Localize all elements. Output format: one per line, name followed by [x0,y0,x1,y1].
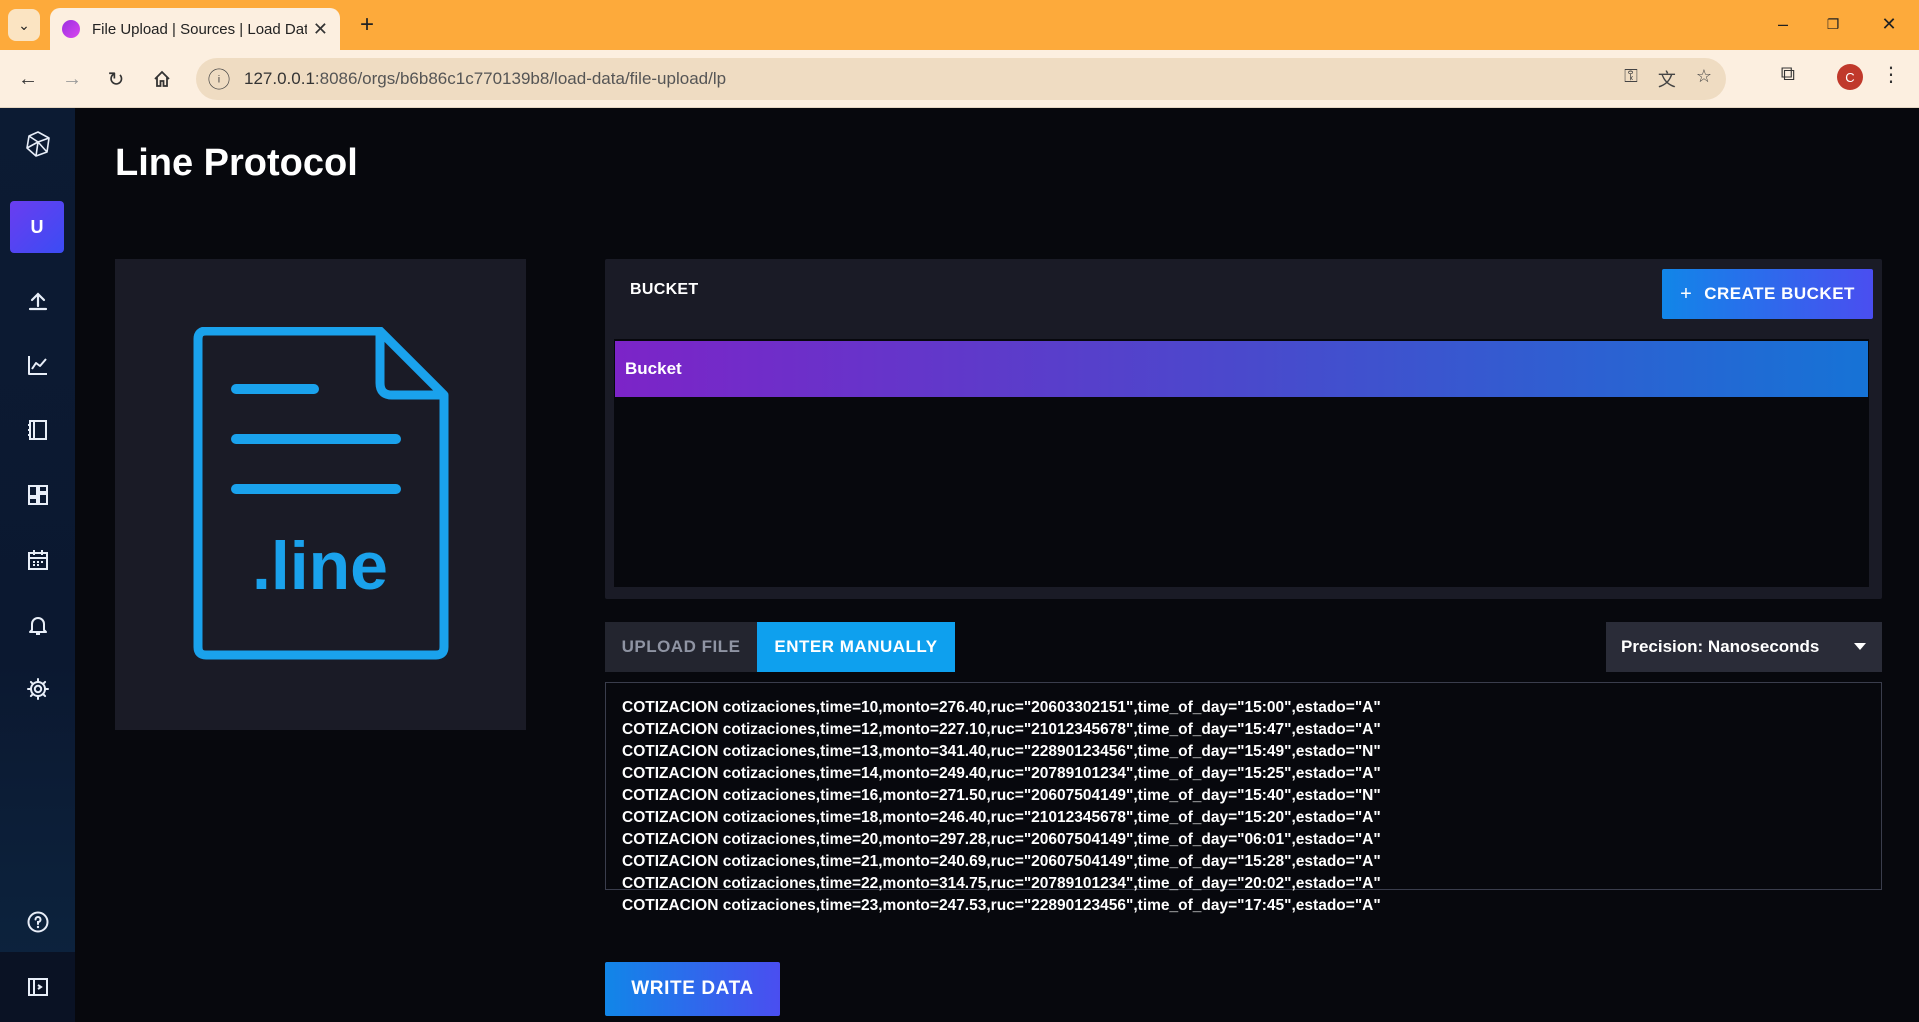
browser-tab[interactable]: File Upload | Sources | Load Dat ✕ [50,8,340,50]
sidebar-item-data-explorer[interactable] [0,341,75,389]
window-close-button[interactable]: ✕ [1866,8,1912,40]
address-bar-actions: ⚿ 文 ☆ [1624,66,1712,92]
minimize-icon: – [1777,13,1788,34]
line-protocol-line: COTIZACION cotizaciones,time=23,monto=24… [622,897,1381,914]
create-bucket-label: CREATE BUCKET [1704,284,1855,303]
write-data-button[interactable]: WRITE DATA [605,962,780,1016]
tab-upload-file[interactable]: UPLOAD FILE [605,622,757,672]
back-button[interactable]: ← [12,63,44,95]
line-protocol-textarea[interactable]: COTIZACION cotizaciones,time=10,monto=27… [605,682,1882,914]
browser-tab-strip: ⌄ File Upload | Sources | Load Dat ✕ + –… [0,0,1919,50]
notebook-icon [27,420,47,440]
app-sidebar: U [0,108,75,1022]
tab-title: File Upload | Sources | Load Dat [92,20,307,38]
url-text: 127.0.0.1:8086/orgs/b6b86c1c770139b8/loa… [244,69,726,89]
sidebar-item-alerts[interactable] [0,601,75,649]
new-tab-button[interactable]: + [352,10,382,40]
help-icon [27,911,48,933]
line-protocol-line: COTIZACION cotizaciones,time=14,monto=24… [622,765,1381,782]
translate-icon[interactable]: 文 [1658,66,1676,92]
star-icon[interactable]: ☆ [1696,66,1712,92]
collapse-icon [27,978,48,996]
caret-down-icon [1854,643,1866,650]
line-protocol-line: COTIZACION cotizaciones,time=16,monto=27… [622,787,1381,804]
bucket-selector: BUCKET + CREATE BUCKET Bucket [605,259,1882,599]
bucket-list-item[interactable]: Bucket [615,341,1868,397]
calendar-icon [27,550,48,570]
file-type-preview: .line [115,259,526,730]
line-protocol-line: COTIZACION cotizaciones,time=18,monto=24… [622,809,1381,826]
sidebar-item-notebooks[interactable] [0,406,75,454]
user-avatar[interactable]: U [10,201,64,253]
upload-icon [28,292,47,311]
input-mode-tabs: UPLOAD FILE ENTER MANUALLY [605,622,955,672]
precision-label: Precision: Nanoseconds [1621,637,1820,656]
bucket-header: BUCKET [630,281,699,298]
browser-toolbar: ← → ↻ i 127.0.0.1:8086/orgs/b6b86c1c7701… [0,50,1919,108]
line-file-icon: .line [193,327,449,660]
arrow-right-icon: → [62,67,82,90]
plus-icon: + [1680,282,1693,305]
sidebar-footer [0,952,75,1022]
line-protocol-line: COTIZACION cotizaciones,time=12,monto=22… [622,721,1381,738]
restore-icon: ❐ [1826,15,1840,32]
logo-icon [25,131,50,157]
line-protocol-line: COTIZACION cotizaciones,time=13,monto=34… [622,743,1381,760]
precision-dropdown[interactable]: Precision: Nanoseconds [1606,622,1882,672]
line-protocol-line: COTIZACION cotizaciones,time=20,monto=29… [622,831,1381,848]
tab-search-button[interactable]: ⌄ [8,9,40,41]
forward-button[interactable]: → [56,63,88,95]
page-title: Line Protocol [115,142,358,184]
line-protocol-line: COTIZACION cotizaciones,time=10,monto=27… [622,699,1381,716]
sidebar-item-settings[interactable] [0,665,75,713]
arrow-left-icon: ← [18,67,38,90]
influxdb-favicon-icon [62,20,80,38]
minimize-button[interactable]: – [1760,8,1806,40]
gear-icon [26,678,49,700]
key-icon[interactable]: ⚿ [1624,66,1638,92]
bell-icon [28,617,47,635]
plus-icon: + [359,11,374,38]
home-button[interactable] [146,63,178,95]
more-options-icon[interactable]: ⋮ [1881,62,1901,87]
chart-icon [27,356,47,375]
sidebar-item-tasks[interactable] [0,536,75,584]
reload-button[interactable]: ↻ [100,63,132,95]
restore-button[interactable]: ❐ [1810,8,1856,40]
dashboard-icon [27,485,48,505]
url-host: 127.0.0.1 [244,69,315,88]
close-icon[interactable]: ✕ [313,19,328,40]
profile-avatar[interactable]: C [1837,64,1863,90]
address-bar[interactable]: i 127.0.0.1:8086/orgs/b6b86c1c770139b8/l… [196,58,1726,100]
main-content: Line Protocol .line BUCKET + CREATE BUCK… [75,108,1919,1022]
sidebar-collapse-button[interactable] [0,963,75,1011]
bucket-list: Bucket [614,339,1869,587]
create-bucket-button[interactable]: + CREATE BUCKET [1662,269,1873,319]
url-path: :8086/orgs/b6b86c1c770139b8/load-data/fi… [314,69,727,88]
close-icon: ✕ [1881,13,1897,34]
home-icon [154,70,170,87]
file-type-label: .line [252,528,388,604]
chevron-down-icon: ⌄ [18,16,30,33]
influxdb-logo[interactable] [0,120,75,168]
sidebar-item-help[interactable] [0,898,75,946]
line-protocol-line: COTIZACION cotizaciones,time=22,monto=31… [622,875,1381,892]
sidebar-item-dashboards[interactable] [0,471,75,519]
sidebar-item-load-data[interactable] [0,277,75,325]
site-info-icon[interactable]: i [208,68,230,90]
line-protocol-line: COTIZACION cotizaciones,time=21,monto=24… [622,853,1381,870]
extensions-icon[interactable]: ⧉ [1781,63,1795,86]
tab-enter-manually[interactable]: ENTER MANUALLY [757,622,955,672]
reload-icon: ↻ [107,68,125,91]
